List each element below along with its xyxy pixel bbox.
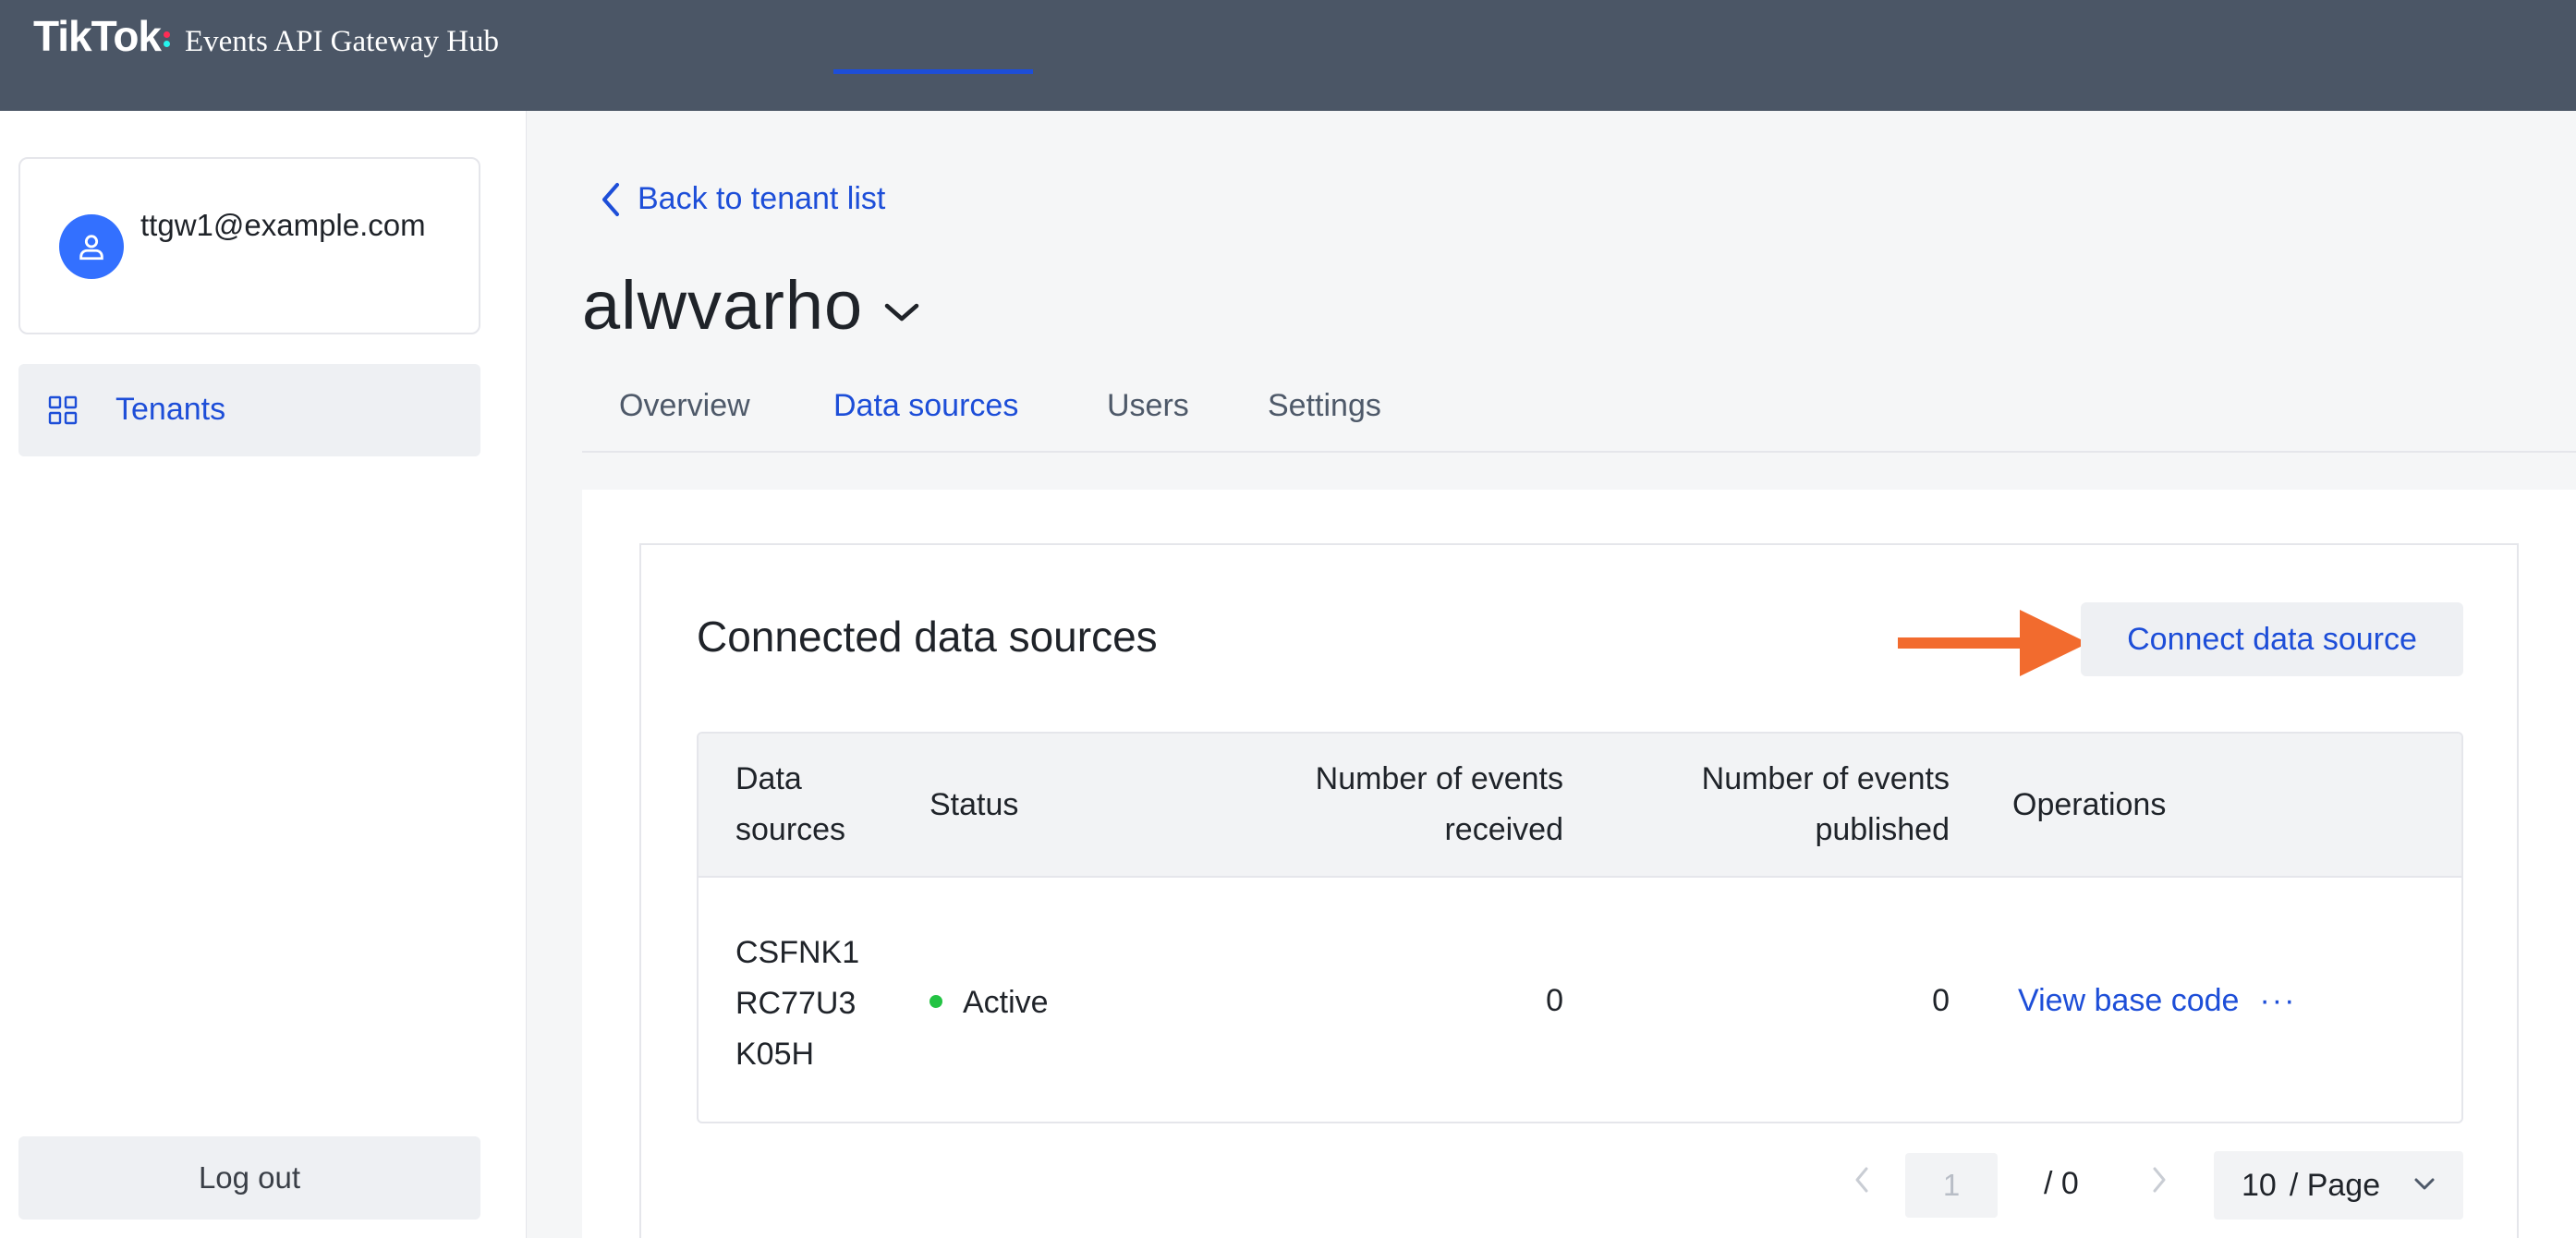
- chevron-down-icon: [884, 303, 919, 321]
- connect-data-source-button[interactable]: Connect data source: [2081, 602, 2463, 676]
- column-header-events-published: Number of events published: [1701, 761, 1950, 847]
- grid-icon: [48, 395, 78, 425]
- active-tab-indicator: [833, 69, 1033, 74]
- back-link-label: Back to tenant list: [638, 181, 886, 216]
- page-title: alwvarho: [582, 267, 864, 344]
- user-avatar-icon: [59, 214, 124, 279]
- chevron-down-icon: [2414, 1178, 2435, 1190]
- page-total: / 0: [2044, 1166, 2079, 1201]
- status-badge: Active: [930, 977, 1049, 1028]
- top-bar: TikTok Events API Gateway Hub: [0, 0, 2576, 111]
- section-title: Connected data sources: [697, 613, 1158, 661]
- tenant-selector[interactable]: alwvarho: [582, 266, 920, 345]
- view-base-code-link[interactable]: View base code: [2018, 983, 2239, 1018]
- user-email: ttgw1@example.com: [140, 208, 426, 242]
- page-size-value: 10: [2242, 1167, 2277, 1203]
- sidebar-item-tenants[interactable]: Tenants: [18, 364, 480, 456]
- tab-data-sources[interactable]: Data sources: [833, 388, 1018, 424]
- tab-users[interactable]: Users: [1107, 388, 1189, 424]
- logo-dot-icon: [164, 31, 170, 38]
- back-to-tenant-list-link[interactable]: Back to tenant list: [601, 181, 885, 217]
- events-received-value: 0: [1546, 983, 1563, 1018]
- prev-page-icon[interactable]: [1853, 1166, 1870, 1194]
- chevron-left-icon: [602, 182, 619, 216]
- tab-settings[interactable]: Settings: [1268, 388, 1381, 424]
- table-header: Data sources Status Number of events rec…: [699, 734, 2461, 878]
- logout-button[interactable]: Log out: [18, 1136, 480, 1220]
- sidebar: ttgw1@example.com Tenants Log out: [0, 111, 527, 1238]
- tabs: Overview Data sources Users Settings: [582, 377, 2576, 453]
- column-header-operations: Operations: [2012, 787, 2167, 822]
- operations-cell: View base code ···: [2018, 976, 2296, 1026]
- page-size-select[interactable]: 10 / Page: [2214, 1151, 2463, 1220]
- sidebar-item-label: Tenants: [115, 392, 226, 427]
- page-size-unit: / Page: [2289, 1167, 2381, 1203]
- tab-overview[interactable]: Overview: [619, 388, 750, 424]
- user-card: ttgw1@example.com: [18, 157, 480, 334]
- brand[interactable]: TikTok Events API Gateway Hub: [33, 11, 499, 61]
- column-header-data-sources: Data sources: [735, 761, 846, 847]
- column-header-events-received: Number of events received: [1315, 761, 1563, 847]
- column-header-status: Status: [930, 787, 1019, 822]
- status-label: Active: [963, 985, 1049, 1020]
- data-source-id: CSFNK1RC77U3K05H: [735, 935, 860, 1072]
- product-name: Events API Gateway Hub: [185, 25, 500, 58]
- events-published-value: 0: [1932, 983, 1950, 1018]
- tiktok-logo: TikTok: [33, 12, 162, 60]
- annotation-arrow-icon: [1898, 610, 2088, 676]
- page-number-input[interactable]: 1: [1905, 1153, 1998, 1218]
- status-dot-icon: [930, 995, 942, 1009]
- next-page-icon[interactable]: [2151, 1166, 2168, 1194]
- data-sources-table: Data sources Status Number of events rec…: [697, 732, 2463, 1123]
- more-options-icon[interactable]: ···: [2259, 983, 2296, 1018]
